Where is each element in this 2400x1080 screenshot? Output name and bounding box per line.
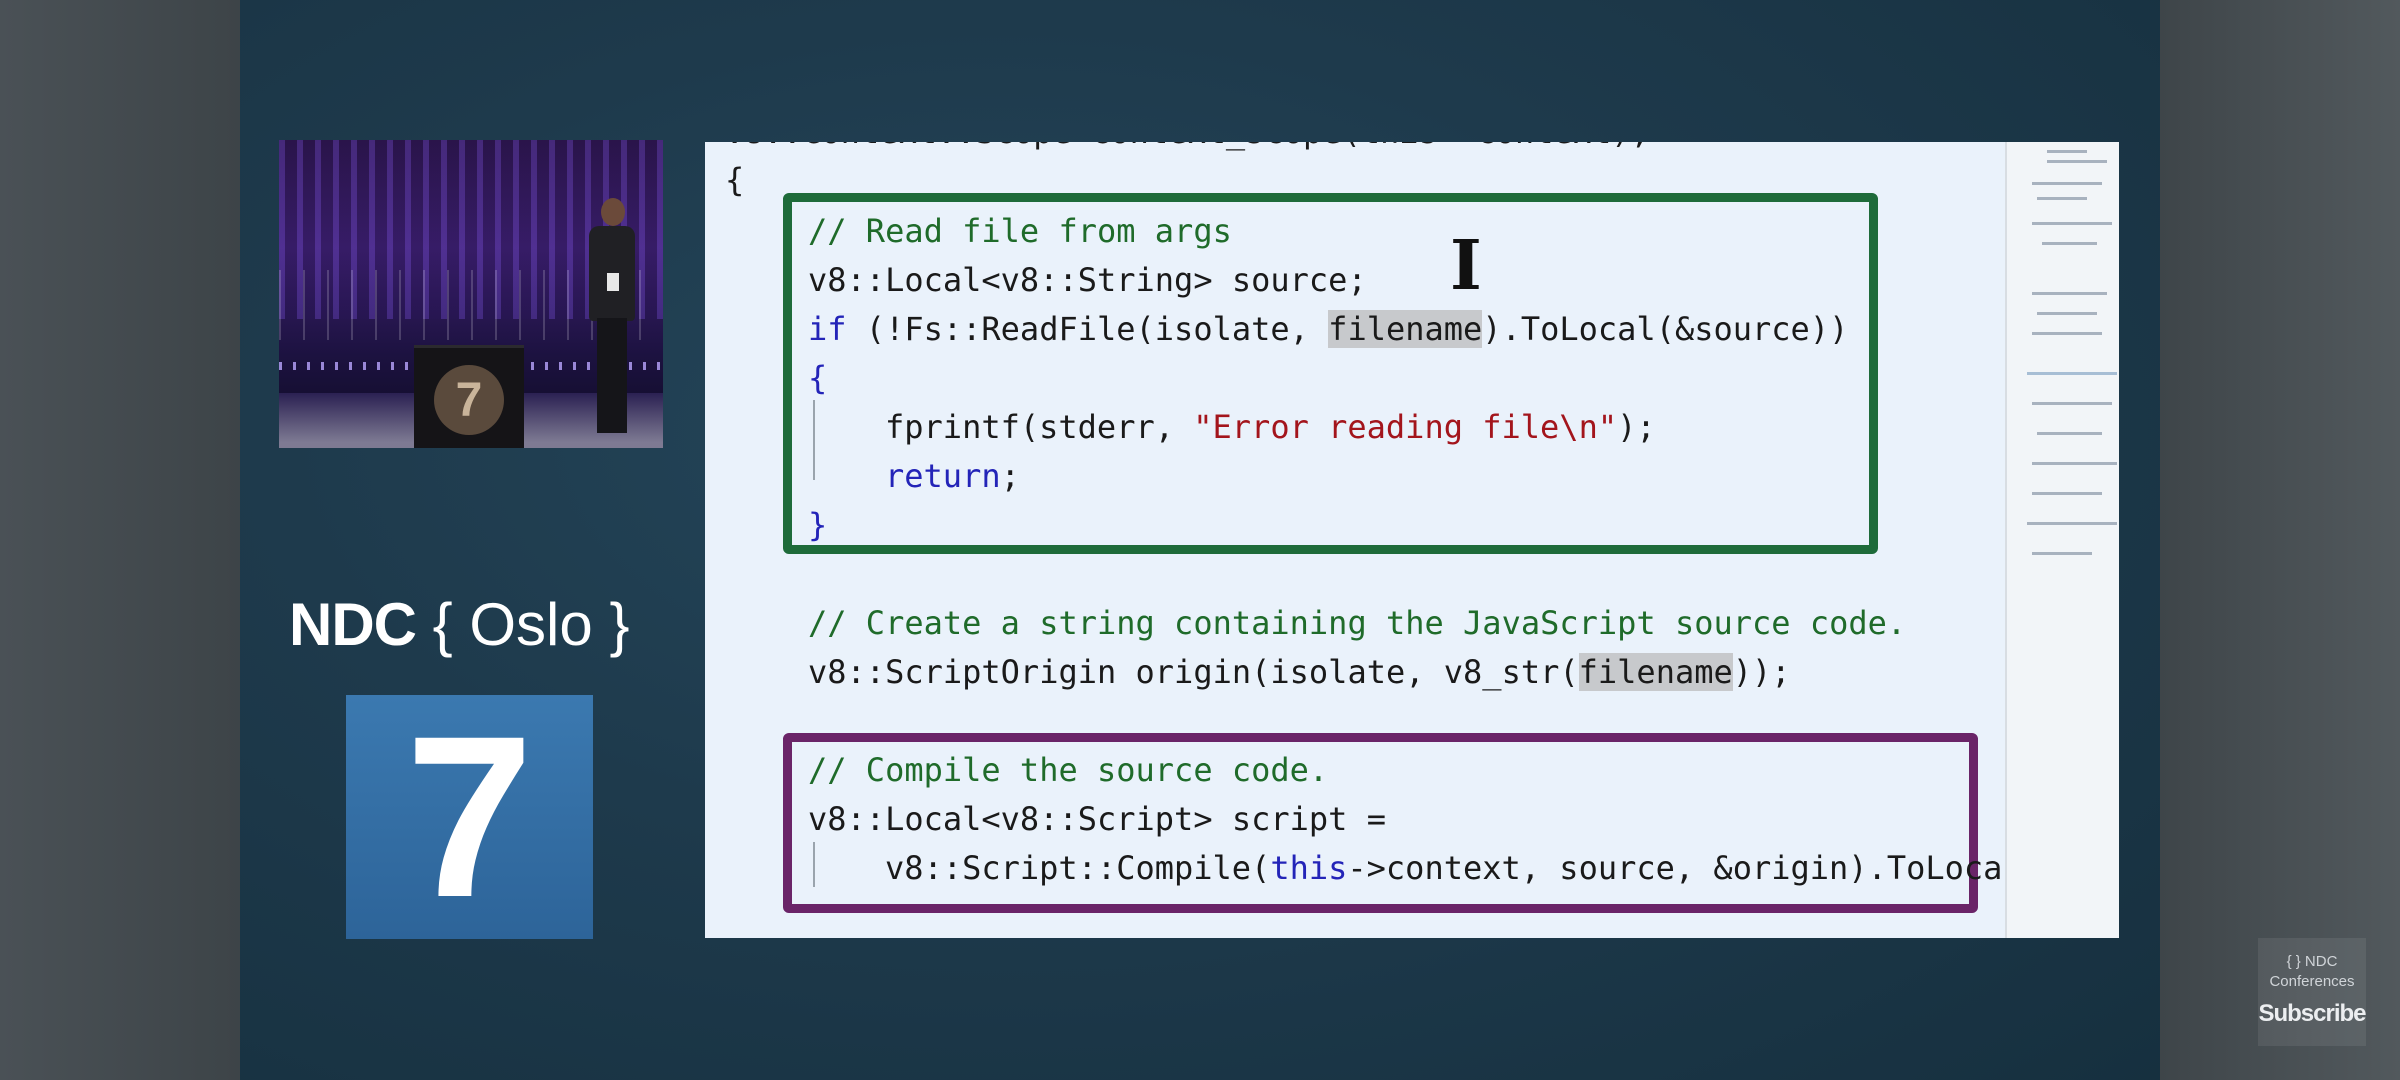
code-area: v8::Context::Scope context_scope(this->c… (725, 142, 2020, 938)
brand-open-brace: { (432, 591, 453, 658)
code-line-script-local: v8::Local<v8::Script> script = (808, 800, 1386, 838)
origin-pre: v8::ScriptOrigin origin(isolate, v8_str( (808, 653, 1579, 691)
subscribe-button[interactable]: Subscribe (2258, 1000, 2366, 1028)
watermark-brand-line2: Conferences (2269, 973, 2355, 990)
indent-guide-2 (813, 842, 815, 887)
code-line-local-source: v8::Local<v8::String> source; (808, 261, 1367, 299)
minimap-line (2047, 150, 2087, 153)
highlighted-filename: filename (1578, 653, 1733, 691)
return-post: ; (1000, 457, 1020, 495)
code-line-inner-open: { (808, 359, 828, 397)
fprintf-string: "Error reading file\n" (1193, 408, 1618, 446)
minimap-line (2032, 182, 2102, 185)
speaker-video: 7 (279, 140, 663, 448)
code-line-fprintf: fprintf(stderr, "Error reading file\n"); (885, 407, 1656, 447)
podium-logo: 7 (434, 365, 504, 435)
minimap-line (2032, 332, 2102, 335)
compile-pre: v8::Script::Compile( (885, 849, 1271, 887)
code-editor: v8::Context::Scope context_scope(this->c… (705, 142, 2119, 938)
brand-city: Oslo (469, 591, 593, 658)
minimap-line (2032, 222, 2112, 225)
brand-ndc: NDC (289, 591, 417, 658)
minimap-line (2037, 312, 2097, 315)
keyword-return: return (885, 457, 1001, 495)
speaker-legs (597, 318, 627, 433)
minimap-line (2032, 552, 2092, 555)
code-line-cut: v8::Context::Scope context_scope(this->c… (725, 142, 1650, 152)
minimap-line (2042, 242, 2097, 245)
minimap-line (2027, 522, 2117, 525)
code-line-origin: v8::ScriptOrigin origin(isolate, v8_str(… (808, 652, 1791, 692)
code-line-inner-close: } (808, 506, 828, 544)
watermark-brand-line1: { } NDC (2286, 953, 2338, 970)
speaker (589, 198, 635, 438)
minimap-line (2037, 432, 2102, 435)
left-letterbox (0, 0, 240, 1080)
minimap-line (2032, 402, 2112, 405)
code-minimap[interactable] (2005, 142, 2119, 938)
code-line-comment-create: // Create a string containing the JavaSc… (808, 604, 1907, 642)
speaker-head (601, 198, 625, 226)
if-pre: (!Fs::ReadFile(isolate, (846, 310, 1329, 348)
channel-watermark[interactable]: { } NDC Conferences Subscribe (2258, 938, 2367, 1046)
compile-post: ->context, source, &origin).ToLoca (1347, 849, 2003, 887)
minimap-line (2037, 197, 2087, 200)
selected-filename: filename (1328, 310, 1483, 348)
keyword-if: if (808, 310, 847, 348)
watermark-brand: { } NDC Conferences (2258, 952, 2366, 992)
minimap-line (2032, 292, 2107, 295)
code-line-compile: v8::Script::Compile(this->context, sourc… (885, 848, 2002, 888)
indent-guide (813, 400, 815, 480)
speaker-badge (607, 273, 619, 291)
if-post: ).ToLocal(&source)) (1482, 310, 1849, 348)
conference-title: NDC { Oslo } (289, 590, 649, 659)
keyword-this: this (1270, 849, 1348, 887)
brand-close-brace: } (609, 591, 630, 658)
origin-post: )); (1732, 653, 1791, 691)
code-line-comment-read: // Read file from args (808, 212, 1232, 250)
fprintf-pre: fprintf(stderr, (885, 408, 1194, 446)
code-line-open-brace: { (725, 161, 745, 199)
text-cursor-icon: I (1450, 226, 1482, 306)
minimap-line (2047, 160, 2107, 163)
code-line-comment-compile: // Compile the source code. (808, 751, 1329, 789)
minimap-line (2027, 372, 2117, 375)
code-line-if: if (!Fs::ReadFile(isolate, filename).ToL… (808, 309, 1848, 349)
code-line-return: return; (885, 456, 1020, 496)
minimap-line (2032, 462, 2117, 465)
minimap-line (2032, 492, 2102, 495)
edition-logo: 7 (346, 695, 593, 939)
fprintf-post: ); (1617, 408, 1656, 446)
right-letterbox (2160, 0, 2400, 1080)
